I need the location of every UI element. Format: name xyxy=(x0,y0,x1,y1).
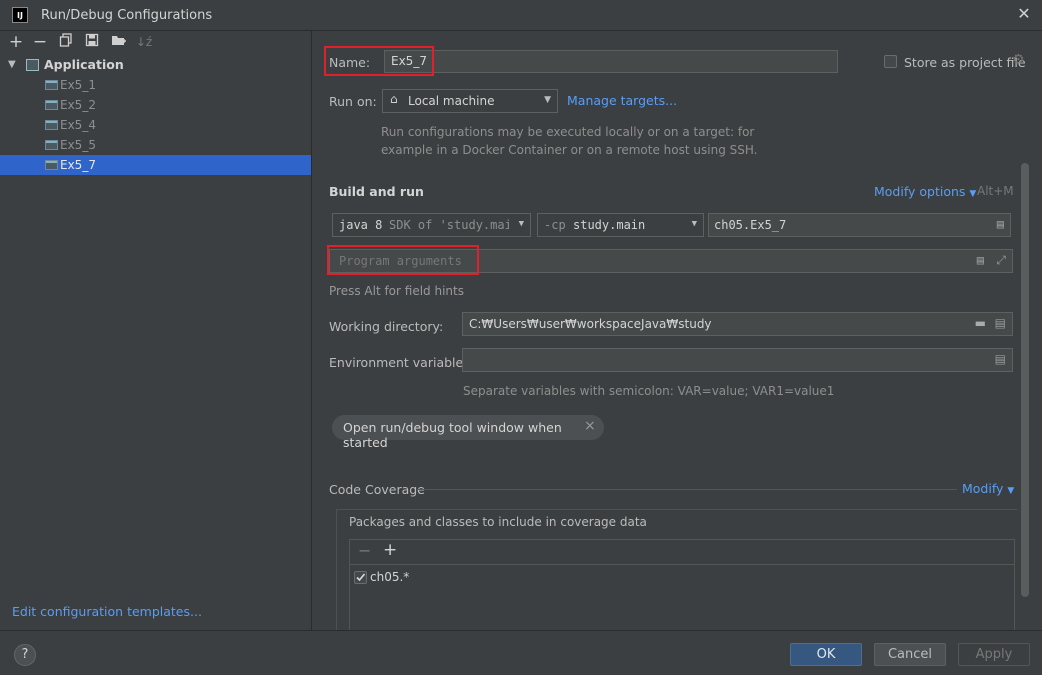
environment-variables-hint: Separate variables with semicolon: VAR=v… xyxy=(463,384,835,398)
tree-item-label: Ex5_4 xyxy=(60,118,96,132)
name-input[interactable]: Ex5_7 xyxy=(384,50,838,73)
coverage-entry-label: ch05.* xyxy=(370,570,410,584)
tree-item-ex5-5[interactable]: Ex5_5 xyxy=(0,135,311,155)
coverage-list: − + ch05.* xyxy=(349,539,1015,630)
chip-label: Open run/debug tool window when started xyxy=(343,420,562,450)
cancel-button[interactable]: Cancel xyxy=(874,643,946,666)
tree-node-application[interactable]: ▼ Application xyxy=(0,55,311,75)
coverage-modify-link[interactable]: Modify ▼ xyxy=(962,481,1014,496)
working-directory-value: C:₩Users₩user₩workspaceJava₩study xyxy=(469,317,712,331)
vertical-scrollbar[interactable] xyxy=(1021,163,1029,597)
chevron-down-icon: ▼ xyxy=(518,219,524,229)
run-on-hint-line-1: Run configurations may be executed local… xyxy=(381,125,755,139)
help-button[interactable]: ? xyxy=(14,644,36,666)
copy-icon[interactable] xyxy=(56,33,76,51)
add-icon[interactable]: + xyxy=(383,540,397,560)
store-as-project-file-checkbox[interactable] xyxy=(884,55,897,68)
code-coverage-title: Code Coverage xyxy=(329,482,425,497)
tree-item-ex5-7[interactable]: Ex5_7 xyxy=(0,155,311,175)
configuration-icon xyxy=(45,100,58,110)
tree-item-label: Ex5_1 xyxy=(60,78,96,92)
tree-root-label: Application xyxy=(44,57,124,72)
application-icon xyxy=(26,59,39,71)
tree-item-label: Ex5_2 xyxy=(60,98,96,112)
classpath-dropdown[interactable]: -cp study.main ▼ xyxy=(537,213,704,237)
sort-icon[interactable]: ↓ź xyxy=(134,33,154,51)
chevron-down-icon[interactable]: ▼ xyxy=(8,55,16,75)
chip-close-icon[interactable]: × xyxy=(584,418,596,434)
chevron-down-icon: ▼ xyxy=(969,189,977,199)
folder-icon[interactable]: ▬ xyxy=(975,316,986,330)
document-icon[interactable]: ▤ xyxy=(995,352,1006,366)
chevron-down-icon: ▼ xyxy=(1007,486,1015,496)
edit-configuration-templates-link[interactable]: Edit configuration templates... xyxy=(12,604,202,619)
run-on-value: Local machine xyxy=(408,94,495,108)
tree-item-ex5-1[interactable]: Ex5_1 xyxy=(0,75,311,95)
modify-options-shortcut: Alt+M xyxy=(977,184,1014,198)
add-icon[interactable]: + xyxy=(6,33,26,51)
environment-variables-input[interactable]: ▤ xyxy=(462,348,1013,372)
configuration-icon xyxy=(45,140,58,150)
window-title: Run/Debug Configurations xyxy=(41,8,213,23)
program-arguments-input[interactable]: Program arguments ▤ ⤢ xyxy=(329,249,1013,273)
dialog-button-bar: ? OK Cancel Apply xyxy=(0,630,1042,675)
document-icon[interactable]: ▤ xyxy=(995,316,1006,330)
ok-button[interactable]: OK xyxy=(790,643,862,666)
intellij-app-icon: IJ xyxy=(12,7,28,23)
coverage-packages-label: Packages and classes to include in cover… xyxy=(349,515,647,529)
tree-item-label: Ex5_5 xyxy=(60,138,96,152)
chevron-down-icon: ▼ xyxy=(691,219,697,229)
tree-item-label: Ex5_7 xyxy=(60,158,96,172)
run-on-dropdown[interactable]: ⌂ Local machine ▼ xyxy=(382,89,558,113)
document-icon[interactable]: ▤ xyxy=(977,253,984,267)
manage-targets-link[interactable]: Manage targets... xyxy=(567,93,677,108)
new-folder-icon[interactable] xyxy=(108,33,128,51)
home-icon: ⌂ xyxy=(390,92,398,106)
run-on-hint-line-2: example in a Docker Container or on a re… xyxy=(381,143,758,157)
environment-variables-label: Environment variables: xyxy=(329,355,474,370)
configurations-panel: + − ↓ź ▼ Application Ex5_1 Ex5_2 Ex5_4 E… xyxy=(0,31,312,630)
store-as-project-file-label: Store as project file xyxy=(904,55,1026,70)
modify-options-label: Modify options xyxy=(874,184,966,199)
main-class-input[interactable]: ch05.Ex5_7 ▤ xyxy=(708,213,1011,237)
coverage-list-toolbar: − + xyxy=(350,540,1014,565)
remove-icon[interactable]: − xyxy=(30,33,50,51)
configuration-icon xyxy=(45,160,58,170)
tree-item-ex5-4[interactable]: Ex5_4 xyxy=(0,115,311,135)
gear-icon[interactable]: ⚙ xyxy=(1012,52,1025,68)
close-window-icon[interactable]: ✕ xyxy=(1014,4,1034,24)
configuration-form: Name: Ex5_7 Store as project file ⚙ Run … xyxy=(312,31,1042,631)
configurations-toolbar: + − ↓ź xyxy=(4,31,164,53)
apply-button[interactable]: Apply xyxy=(958,643,1030,666)
chevron-down-icon: ▼ xyxy=(544,95,551,105)
jdk-dropdown[interactable]: java 8 SDK of 'study.mai ▼ xyxy=(332,213,531,237)
jdk-version: java 8 xyxy=(339,218,383,232)
configuration-icon xyxy=(45,120,58,130)
name-label: Name: xyxy=(329,55,371,70)
name-value: Ex5_7 xyxy=(391,54,427,68)
build-and-run-title: Build and run xyxy=(329,184,424,199)
coverage-entry-checkbox[interactable] xyxy=(354,571,367,584)
expand-icon[interactable]: ⤢ xyxy=(996,253,1006,268)
list-item[interactable]: ch05.* xyxy=(350,568,1014,588)
remove-icon[interactable]: − xyxy=(358,541,371,560)
section-divider xyxy=(417,489,957,490)
modify-options-link[interactable]: Modify options ▼ xyxy=(874,184,976,199)
title-bar: IJ Run/Debug Configurations ✕ xyxy=(0,0,1042,31)
run-on-label: Run on: xyxy=(329,94,377,109)
working-directory-label: Working directory: xyxy=(329,319,444,334)
coverage-modify-label: Modify xyxy=(962,481,1004,496)
field-hint-text: Press Alt for field hints xyxy=(329,284,464,298)
working-directory-input[interactable]: C:₩Users₩user₩workspaceJava₩study ▬ ▤ xyxy=(462,312,1013,336)
program-arguments-placeholder: Program arguments xyxy=(339,254,462,268)
document-icon[interactable]: ▤ xyxy=(997,217,1004,231)
main-class-value: ch05.Ex5_7 xyxy=(714,218,787,232)
tree-item-ex5-2[interactable]: Ex5_2 xyxy=(0,95,311,115)
classpath-value: study.main xyxy=(573,218,646,232)
save-icon[interactable] xyxy=(82,33,102,51)
jdk-detail: SDK of 'study.mai xyxy=(389,218,509,232)
configuration-icon xyxy=(45,80,58,90)
open-tool-window-chip[interactable]: Open run/debug tool window when started … xyxy=(332,415,604,450)
classpath-prefix: -cp xyxy=(544,218,566,232)
